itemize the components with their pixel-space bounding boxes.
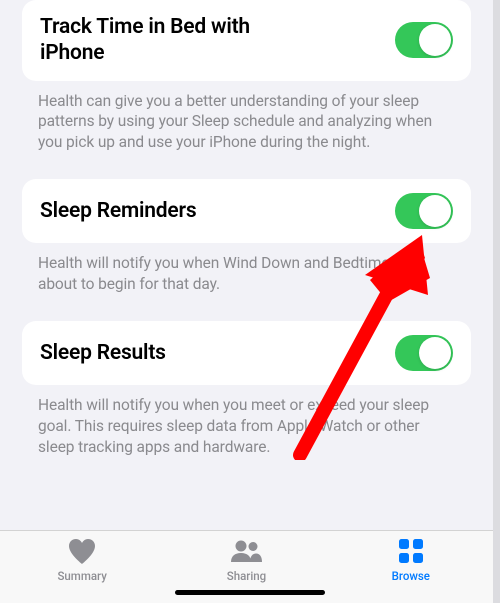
section-sleep-results: Sleep Results Health will notify you whe…: [0, 321, 493, 458]
settings-scroll[interactable]: Track Time in Bed with iPhone Health can…: [0, 0, 493, 530]
section-track-time: Track Time in Bed with iPhone Health can…: [0, 0, 493, 153]
scrollbar-track: [493, 0, 500, 603]
sleep-reminders-toggle[interactable]: [395, 193, 453, 229]
tab-summary[interactable]: Summary: [22, 537, 142, 603]
toggle-knob: [419, 24, 451, 56]
toggle-knob: [419, 195, 451, 227]
card-sleep-reminders: Sleep Reminders: [22, 179, 471, 243]
sleep-reminders-title: Sleep Reminders: [40, 198, 196, 224]
tab-browse-label: Browse: [392, 569, 430, 583]
sleep-results-toggle[interactable]: [395, 335, 453, 371]
toggle-knob: [419, 337, 451, 369]
heart-icon: [67, 537, 97, 565]
track-time-footer: Health can give you a better understandi…: [0, 81, 493, 154]
track-time-toggle[interactable]: [395, 22, 453, 58]
tab-sharing-label: Sharing: [227, 569, 266, 583]
sleep-results-footer: Health will notify you when you meet or …: [0, 385, 493, 458]
card-track-time: Track Time in Bed with iPhone: [22, 0, 471, 81]
track-time-title: Track Time in Bed with iPhone: [40, 14, 300, 67]
tab-browse[interactable]: Browse: [351, 537, 471, 603]
card-sleep-results: Sleep Results: [22, 321, 471, 385]
grid-icon: [398, 537, 424, 565]
home-indicator[interactable]: [175, 590, 325, 595]
tab-summary-label: Summary: [57, 569, 106, 583]
sleep-results-title: Sleep Results: [40, 340, 166, 366]
sleep-reminders-footer: Health will notify you when Wind Down an…: [0, 243, 493, 295]
people-icon: [228, 537, 264, 565]
section-sleep-reminders: Sleep Reminders Health will notify you w…: [0, 179, 493, 295]
